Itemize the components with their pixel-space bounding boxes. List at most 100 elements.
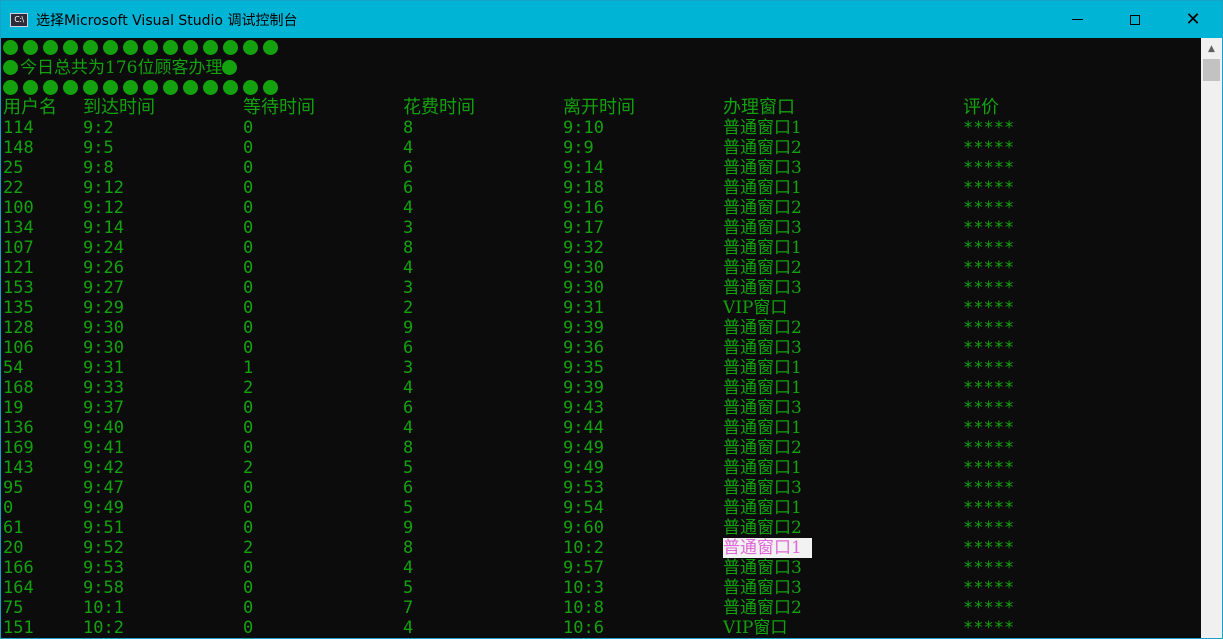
cell-arrival: 9:27 [83,278,124,298]
console-app-icon: C:\ [10,12,28,27]
cell-leave: 9:60 [563,518,604,538]
cell-wait: 2 [243,538,254,558]
cell-wait: 0 [243,298,254,318]
cell-rating: ***** [963,458,1015,478]
scrollbar-thumb[interactable] [1203,59,1220,81]
cell-rating: ***** [963,478,1015,498]
cell-window: 普通窗口1 [723,178,802,198]
cell-window: 普通窗口1 [723,358,802,378]
cell-wait: 0 [243,118,254,138]
chevron-up-icon[interactable]: ▲ [1201,40,1222,58]
cell-user: 164 [3,578,34,598]
close-button[interactable]: ✕ [1164,1,1222,38]
table-row: 148 9:5 0 4 9:9 普通窗口2 ***** [1,138,1202,158]
cell-duration: 6 [403,478,414,498]
cell-duration: 8 [403,438,414,458]
cell-wait: 0 [243,598,254,618]
banner-dot [3,80,18,95]
cell-duration: 4 [403,378,414,398]
window-title: 选择Microsoft Visual Studio 调试控制台 [36,12,298,29]
cell-wait: 0 [243,138,254,158]
cell-window: 普通窗口3 [723,218,802,238]
banner-dot [163,40,178,55]
cell-arrival: 9:30 [83,318,124,338]
cell-wait: 2 [243,378,254,398]
banner-dot [163,80,178,95]
banner-dot [63,40,78,55]
cell-user: 169 [3,438,34,458]
cell-user: 151 [3,618,34,638]
console-output[interactable]: 今日总共为176位顾客办理 用户名 到达时间 等待时间 花费时间 离开时间 办理… [1,38,1202,638]
cell-arrival: 9:2 [83,118,114,138]
table-row: 121 9:26 0 4 9:30 普通窗口2 ***** [1,258,1202,278]
cell-duration: 6 [403,338,414,358]
banner-dot [183,40,198,55]
cell-leave: 9:57 [563,558,604,578]
cell-wait: 0 [243,438,254,458]
title-bar[interactable]: C:\ 选择Microsoft Visual Studio 调试控制台 ✕ [1,1,1222,38]
cell-arrival: 9:52 [83,538,124,558]
cell-duration: 4 [403,618,414,638]
cell-user: 148 [3,138,34,158]
cell-rating: ***** [963,218,1015,238]
cell-user: 136 [3,418,34,438]
cell-window: 普通窗口3 [723,278,802,298]
banner-dot [23,40,38,55]
cell-arrival: 10:1 [83,598,124,618]
cell-leave: 10:3 [563,578,604,598]
cell-arrival: 9:40 [83,418,124,438]
cell-arrival: 9:12 [83,198,124,218]
cell-leave: 9:39 [563,378,604,398]
cell-user: 143 [3,458,34,478]
cell-arrival: 9:12 [83,178,124,198]
cell-leave: 9:39 [563,318,604,338]
cell-user: 100 [3,198,34,218]
cell-user: 134 [3,218,34,238]
cell-duration: 6 [403,158,414,178]
table-row: 169 9:41 0 8 9:49 普通窗口2 ***** [1,438,1202,458]
cell-leave: 9:14 [563,158,604,178]
cell-leave: 9:9 [563,138,594,158]
cell-wait: 0 [243,418,254,438]
cell-duration: 8 [403,118,414,138]
cell-window: 普通窗口3 [723,398,802,418]
cell-duration: 8 [403,538,414,558]
window-controls: ✕ [1048,1,1222,38]
banner-dots-bottom [1,78,1202,98]
column-header-duration: 花费时间 [403,97,475,118]
cell-rating: ***** [963,418,1015,438]
cell-leave: 9:43 [563,398,604,418]
minimize-button[interactable] [1048,1,1106,38]
cell-wait: 0 [243,578,254,598]
cell-rating: ***** [963,238,1015,258]
minimize-icon [1071,19,1083,20]
cell-user: 107 [3,238,34,258]
table-row: 107 9:24 0 8 9:32 普通窗口1 ***** [1,238,1202,258]
cell-wait: 0 [243,498,254,518]
close-icon: ✕ [1185,9,1201,30]
cell-window: 普通窗口2 [723,318,802,338]
banner-dot [103,40,118,55]
cell-wait: 2 [243,458,254,478]
banner-dot [103,80,118,95]
cell-duration: 4 [403,418,414,438]
cell-leave: 9:49 [563,458,604,478]
cell-rating: ***** [963,378,1015,398]
cell-arrival: 9:30 [83,338,124,358]
vertical-scrollbar[interactable]: ▲ [1201,38,1222,638]
cell-wait: 0 [243,178,254,198]
maximize-button[interactable] [1106,1,1164,38]
cell-window: 普通窗口1 [723,378,802,398]
table-row: 25 9:8 0 6 9:14 普通窗口3 ***** [1,158,1202,178]
cell-arrival: 9:29 [83,298,124,318]
cell-duration: 3 [403,218,414,238]
cell-wait: 0 [243,558,254,578]
banner-dot [123,80,138,95]
cell-leave: 9:32 [563,238,604,258]
cell-arrival: 9:58 [83,578,124,598]
cell-rating: ***** [963,558,1015,578]
cell-arrival: 9:31 [83,358,124,378]
table-row: 143 9:42 2 5 9:49 普通窗口1 ***** [1,458,1202,478]
cell-user: 0 [3,498,14,518]
table-row: 136 9:40 0 4 9:44 普通窗口1 ***** [1,418,1202,438]
